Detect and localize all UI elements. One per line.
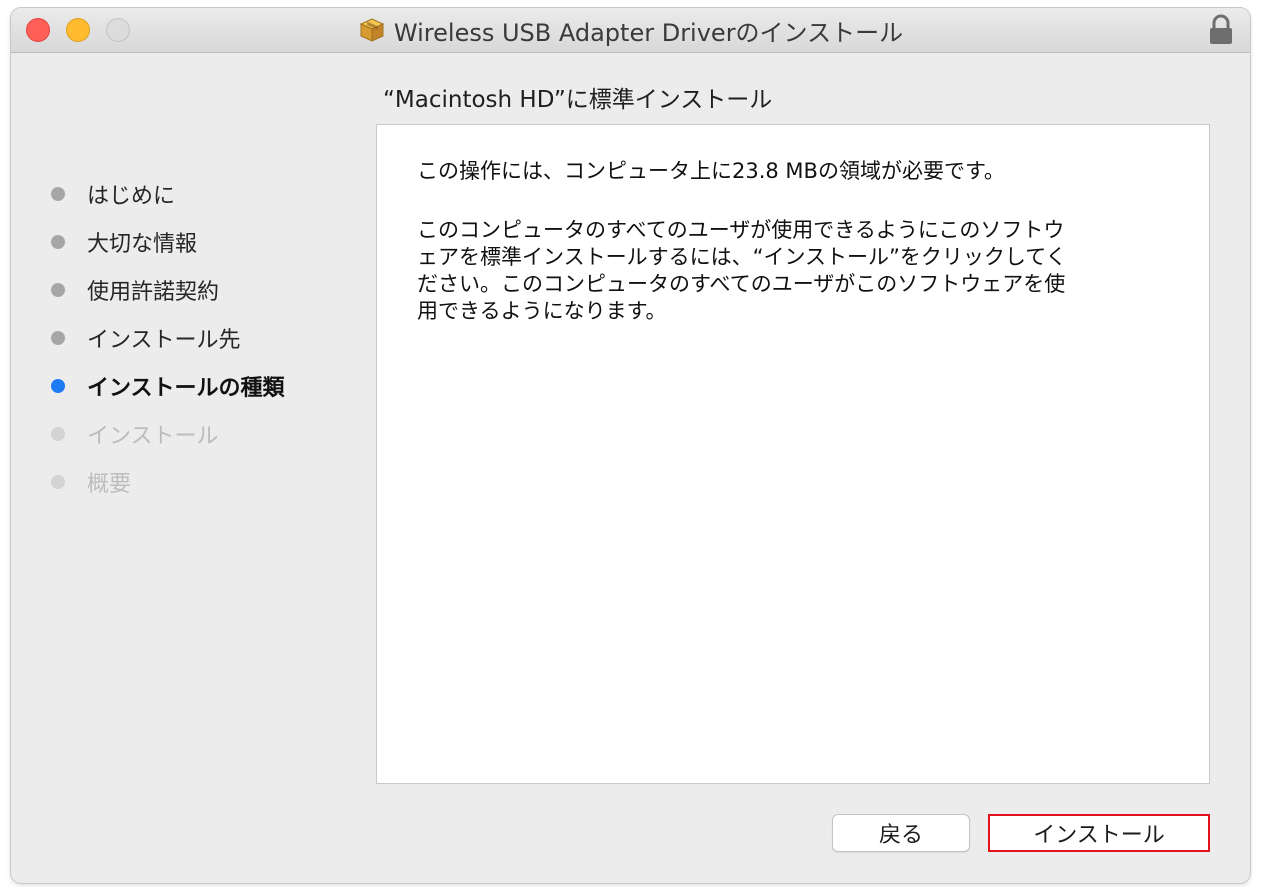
- step-dot: [51, 427, 65, 441]
- step-dot: [51, 331, 65, 345]
- install-button[interactable]: インストール: [988, 814, 1210, 852]
- sidebar-step-read-me: 大切な情報: [51, 218, 285, 266]
- space-required-text: この操作には、コンピュータ上に23.8 MBの領域が必要です。: [417, 159, 1005, 183]
- package-icon: [359, 18, 385, 42]
- sidebar-step-summary: 概要: [51, 458, 285, 506]
- installer-window: Wireless USB Adapter Driverのインストール “Maci…: [11, 8, 1250, 883]
- sidebar-step-installation-type: インストールの種類: [51, 362, 285, 410]
- step-dot: [51, 235, 65, 249]
- step-label: インストールの種類: [87, 376, 285, 401]
- page-heading: “Macintosh HD”に標準インストール: [383, 87, 773, 113]
- content-panel: この操作には、コンピュータ上に23.8 MBの領域が必要です。 このコンピュータ…: [376, 124, 1210, 784]
- step-label: インストール: [87, 424, 219, 449]
- back-button[interactable]: 戻る: [832, 814, 970, 852]
- sidebar-steps: はじめに 大切な情報 使用許諾契約 インストール先 インストールの種類 インスト…: [51, 170, 285, 506]
- step-label: 概要: [87, 472, 132, 497]
- step-dot-current: [51, 379, 65, 393]
- step-dot: [51, 283, 65, 297]
- sidebar-step-installation: インストール: [51, 410, 285, 458]
- window-title: Wireless USB Adapter Driverのインストール: [393, 18, 904, 47]
- lock-icon[interactable]: [1208, 14, 1234, 46]
- step-label: 大切な情報: [87, 232, 198, 257]
- title-bar: Wireless USB Adapter Driverのインストール: [11, 8, 1250, 53]
- title-group: Wireless USB Adapter Driverのインストール: [11, 8, 1250, 52]
- step-label: インストール先: [87, 328, 241, 353]
- step-dot: [51, 187, 65, 201]
- step-dot: [51, 475, 65, 489]
- step-label: はじめに: [87, 184, 176, 209]
- sidebar-step-license: 使用許諾契約: [51, 266, 285, 314]
- sidebar-step-destination: インストール先: [51, 314, 285, 362]
- install-description-text: このコンピュータのすべてのユーザが使用できるようにこのソフトウ ェアを標準インス…: [417, 218, 1067, 323]
- step-label: 使用許諾契約: [87, 280, 220, 305]
- sidebar-step-introduction: はじめに: [51, 170, 285, 218]
